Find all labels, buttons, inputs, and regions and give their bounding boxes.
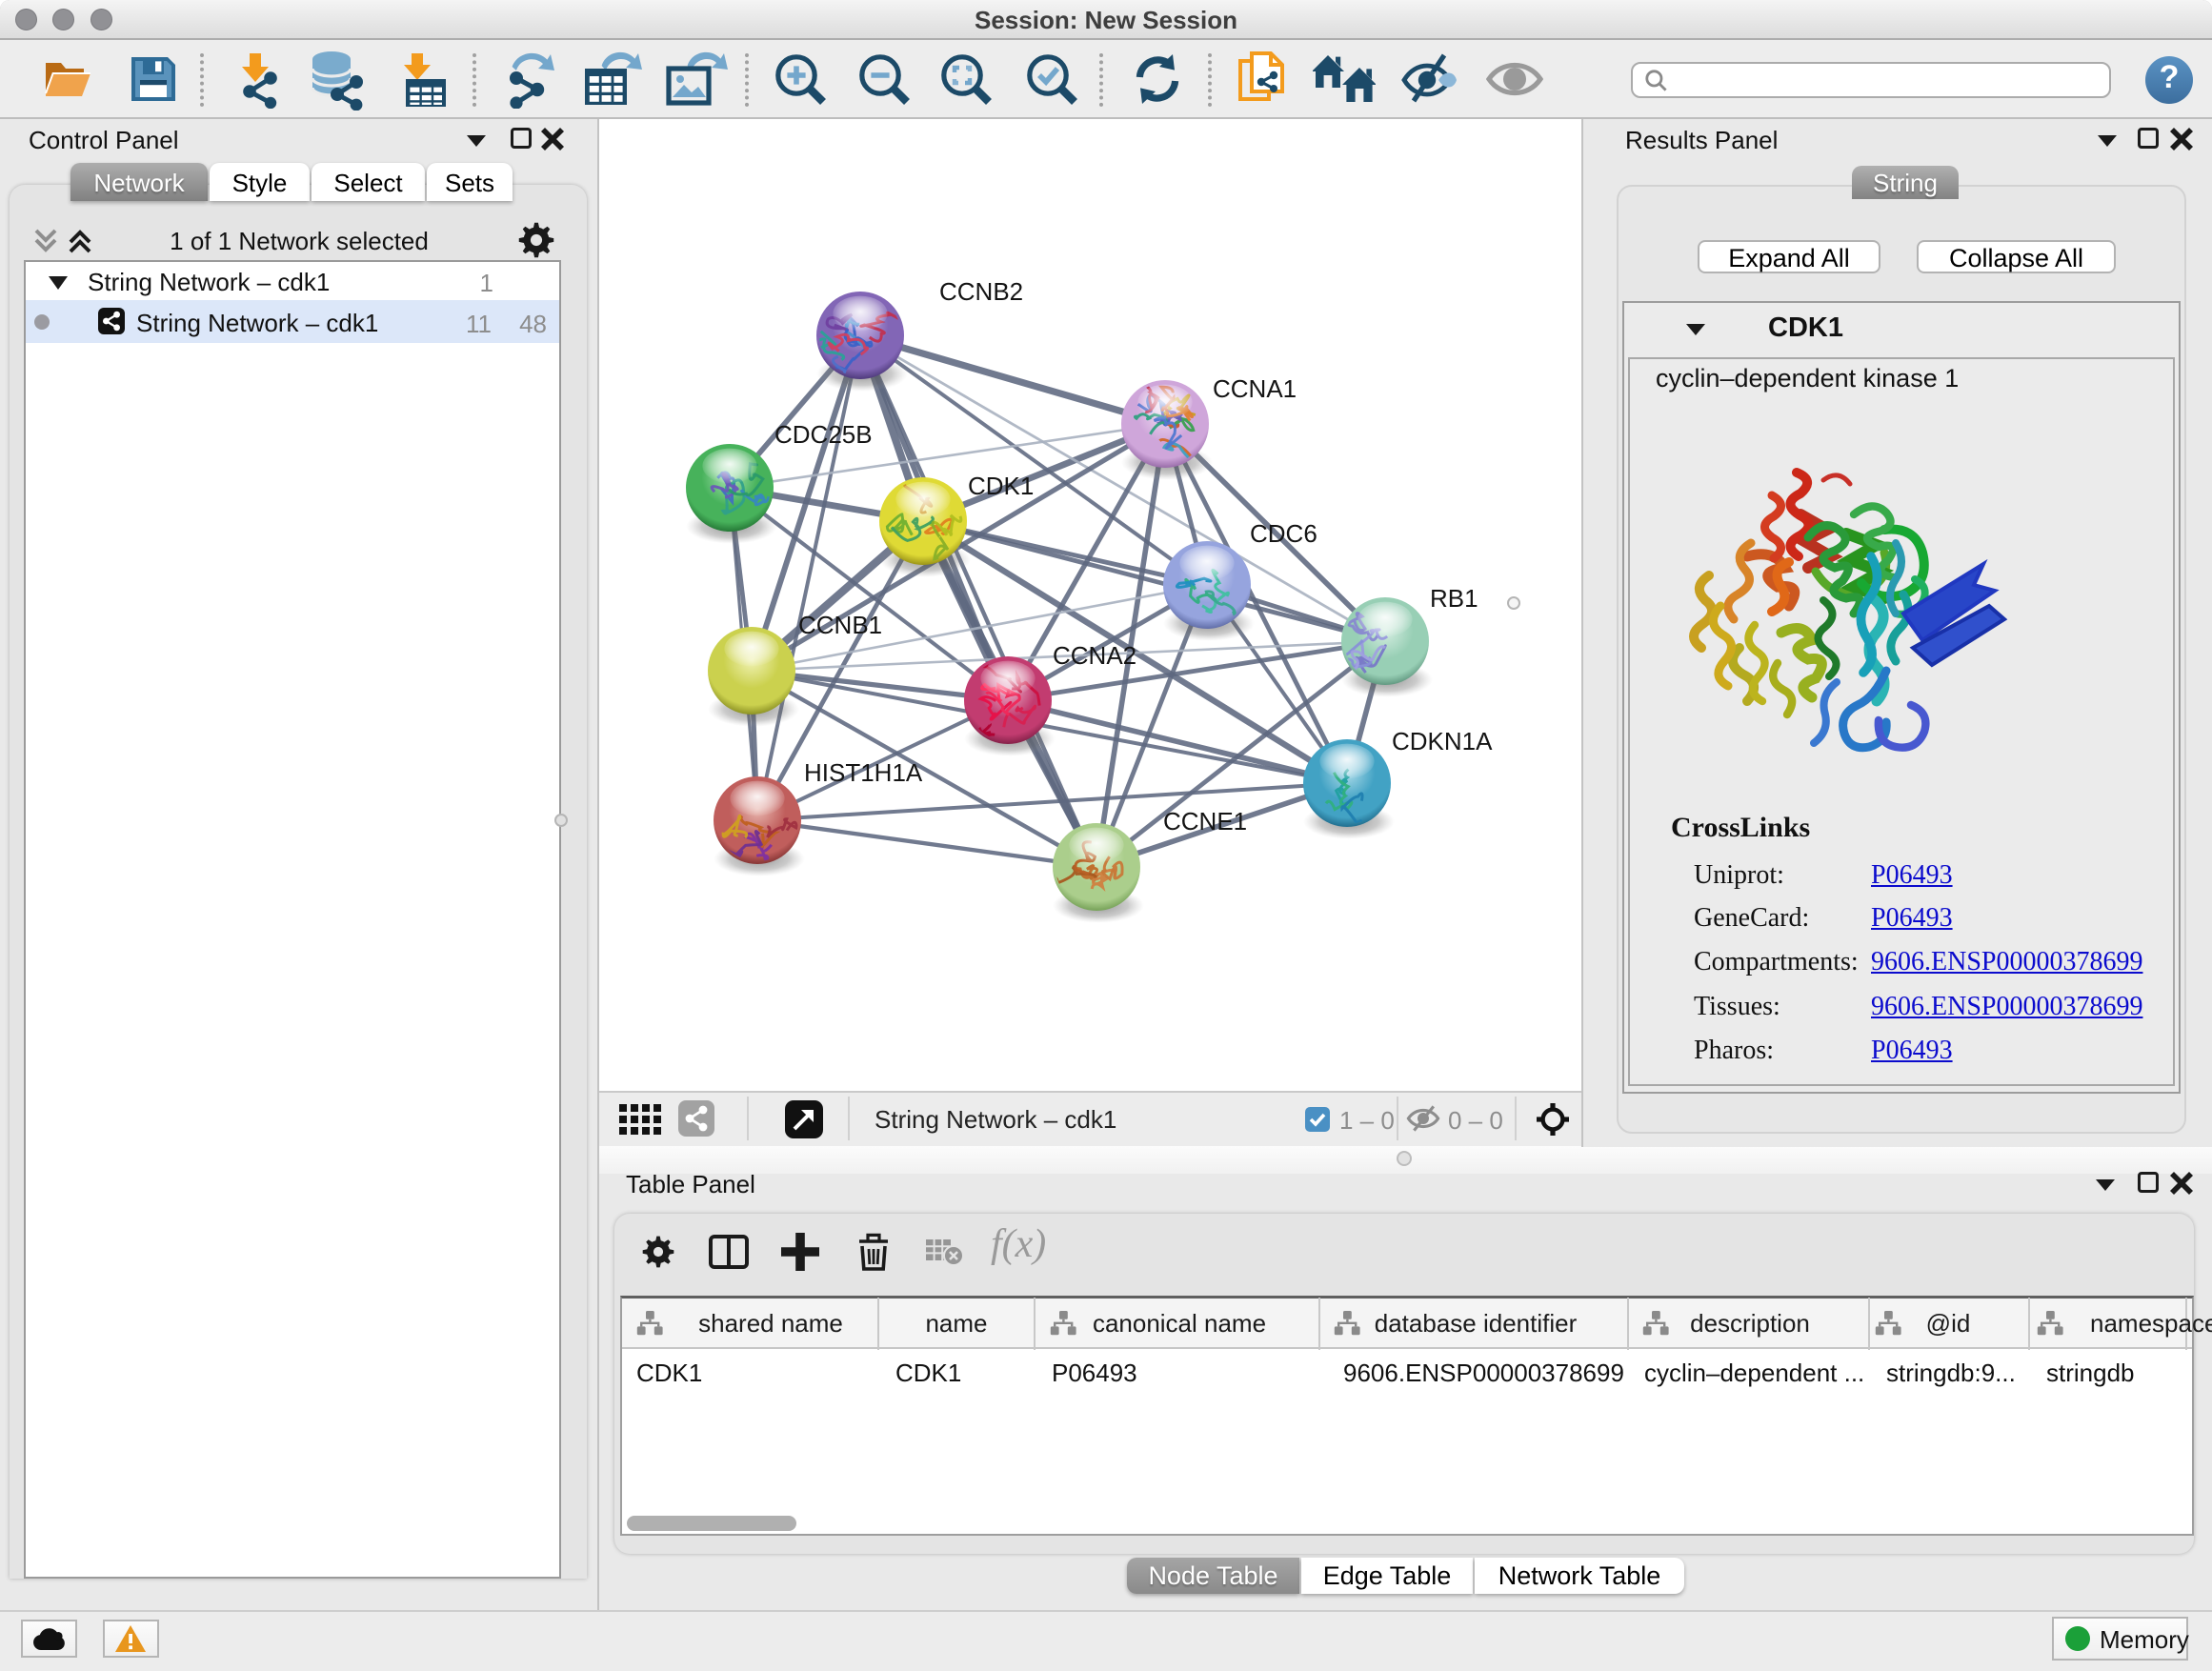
svg-text:CCNB2: CCNB2: [939, 277, 1023, 306]
svg-text:CCNA2: CCNA2: [1053, 641, 1136, 670]
svg-text:CCNB1: CCNB1: [798, 611, 882, 639]
svg-text:CDKN1A: CDKN1A: [1392, 727, 1493, 755]
svg-text:CDC25B: CDC25B: [774, 420, 873, 449]
svg-text:CDC6: CDC6: [1250, 519, 1317, 548]
svg-text:HIST1H1A: HIST1H1A: [804, 758, 923, 787]
svg-text:CCNA1: CCNA1: [1213, 374, 1297, 403]
svg-text:CDK1: CDK1: [968, 472, 1034, 500]
svg-text:CCNE1: CCNE1: [1163, 807, 1247, 836]
svg-text:RB1: RB1: [1430, 584, 1478, 613]
